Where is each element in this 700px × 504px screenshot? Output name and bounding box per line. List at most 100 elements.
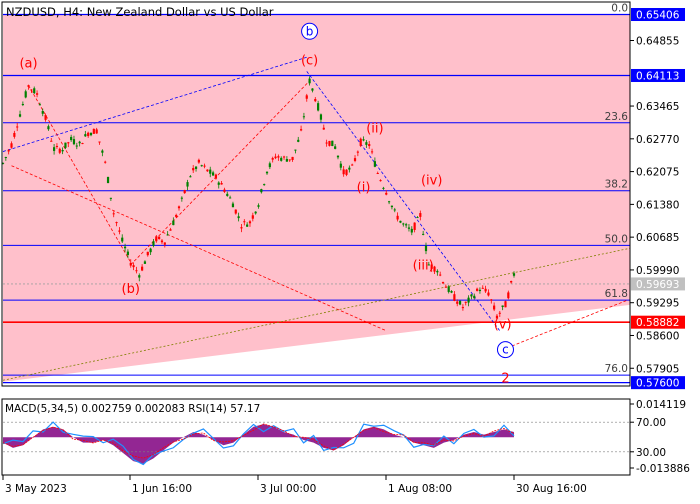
candle-body xyxy=(214,174,218,179)
candle-body xyxy=(169,229,172,231)
price-tick-label: 0.58600 xyxy=(636,330,679,342)
candle-body xyxy=(158,236,161,240)
candle-body xyxy=(362,139,365,141)
wave-label: (iii) xyxy=(413,258,434,273)
candle-body xyxy=(254,211,257,214)
candle-body xyxy=(450,291,453,293)
candle-body xyxy=(53,147,56,151)
candle-body xyxy=(126,251,130,255)
price-tick-label: 0.57905 xyxy=(636,363,679,375)
candle-body xyxy=(10,143,13,148)
candle-body xyxy=(464,301,467,303)
price-tick-label: 0.59990 xyxy=(636,265,679,277)
candle-body xyxy=(220,182,223,185)
candle-body xyxy=(484,288,487,292)
candle-body xyxy=(200,165,203,167)
time-tick-label: 30 Aug 16:00 xyxy=(516,483,587,495)
candle-body xyxy=(498,312,501,314)
candle-body xyxy=(461,307,464,309)
candle-body xyxy=(129,262,132,266)
candle-body xyxy=(84,134,87,137)
candle-body xyxy=(274,156,277,159)
time-tick-label: 1 Aug 08:00 xyxy=(388,483,452,495)
candle-body xyxy=(189,176,192,178)
candle-body xyxy=(121,237,124,242)
candle-body xyxy=(101,150,104,153)
indicator-tick-label: 0.014119 xyxy=(636,399,686,411)
fib-label: 50.0 xyxy=(605,233,628,245)
chart-svg: 0.0 23.6 38.2 50.0 61.8 76.0 (a) (b) (c) (i) (ii)… xyxy=(1,1,690,495)
candle-body xyxy=(240,227,243,229)
candle-body xyxy=(55,145,59,147)
candle-body xyxy=(4,157,7,159)
candle-body xyxy=(359,138,362,146)
candle-body xyxy=(112,213,115,215)
candle-body xyxy=(89,132,93,136)
candle-body xyxy=(311,88,314,91)
candle-body xyxy=(308,78,311,84)
candle-body xyxy=(467,297,470,303)
candle-body xyxy=(206,169,209,172)
candle-body xyxy=(501,305,504,307)
candle-body xyxy=(433,266,436,272)
candle-body xyxy=(223,189,226,192)
candle-body xyxy=(118,230,121,232)
price-tick-label: 0.59295 xyxy=(636,298,679,310)
indicator-axis: 0.014119 70.00 30.00 -0.013886 xyxy=(630,399,690,475)
candle-body xyxy=(387,201,391,203)
candle-body xyxy=(399,220,402,223)
candle-body xyxy=(339,163,342,168)
candle-body xyxy=(18,114,22,117)
candle-body xyxy=(58,148,61,153)
candle-body xyxy=(226,193,229,196)
candle-body xyxy=(302,116,306,118)
candle-body xyxy=(297,139,300,142)
candle-body xyxy=(419,213,422,217)
candle-body xyxy=(277,156,280,158)
candle-body xyxy=(490,299,493,301)
candle-body xyxy=(487,292,490,296)
wave-label: (i) xyxy=(357,181,371,196)
candle-body xyxy=(95,129,98,134)
candle-body xyxy=(203,165,206,167)
level-price-label: 0.65406 xyxy=(636,10,680,22)
wave-label: (iv) xyxy=(421,174,442,189)
candle-body xyxy=(294,149,297,151)
candle-body xyxy=(106,176,110,184)
candle-body xyxy=(342,169,345,175)
time-tick-label: 3 Jul 00:00 xyxy=(260,483,316,495)
candle-body xyxy=(439,274,442,276)
level-price-label: 0.58882 xyxy=(636,317,679,329)
candle-body xyxy=(385,192,388,195)
candle-body xyxy=(35,93,39,95)
time-tick-label: 3 May 2023 xyxy=(5,483,67,495)
candle-body xyxy=(146,251,149,256)
candle-body xyxy=(67,142,70,144)
candle-body xyxy=(336,155,340,158)
candle-body xyxy=(92,128,95,134)
candle-body xyxy=(413,222,416,230)
candle-body xyxy=(348,167,351,170)
wave-label: c xyxy=(502,343,509,357)
price-tick-label: 0.60685 xyxy=(636,232,679,244)
candle-body xyxy=(209,169,212,174)
candle-body xyxy=(87,132,90,137)
candle-body xyxy=(64,142,67,148)
candle-body xyxy=(370,151,374,153)
candle-body xyxy=(27,85,30,87)
candle-body xyxy=(436,270,439,273)
candle-body xyxy=(285,158,288,162)
candle-body xyxy=(47,126,50,130)
candle-body xyxy=(263,184,266,186)
time-tick-label: 1 Jun 16:00 xyxy=(132,483,192,495)
candle-body xyxy=(424,245,428,252)
candle-body xyxy=(331,140,334,147)
candle-body xyxy=(16,126,19,128)
candle-body xyxy=(393,209,396,211)
candle-body xyxy=(186,182,189,187)
candle-body xyxy=(234,209,237,214)
candle-body xyxy=(155,236,158,242)
candle-body xyxy=(504,301,507,308)
candle-body xyxy=(175,214,178,217)
candle-body xyxy=(70,136,73,141)
